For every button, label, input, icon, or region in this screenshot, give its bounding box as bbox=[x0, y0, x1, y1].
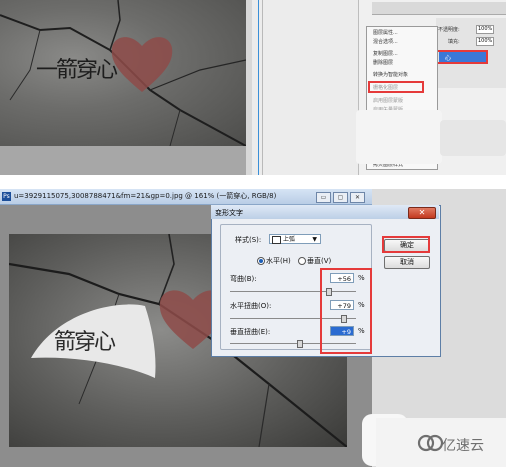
document-title: u=3929115075,3008788471&fm=21&gp=0.jpg @… bbox=[14, 192, 277, 200]
horizontal-distortion-label: 水平扭曲(O): bbox=[230, 302, 272, 310]
arc-style-icon bbox=[272, 235, 281, 244]
menu-item-enable-layer-mask[interactable]: 启用图层蒙版 bbox=[373, 97, 403, 104]
photoshop-icon: Ps bbox=[2, 192, 11, 201]
workspace-background bbox=[252, 0, 358, 175]
dialog-close-button[interactable]: ✕ bbox=[408, 207, 436, 219]
vertical-radio[interactable] bbox=[298, 257, 306, 265]
maximize-button[interactable]: ▢ bbox=[333, 192, 348, 203]
values-highlight-box bbox=[320, 268, 372, 354]
fill-field[interactable]: 100% bbox=[476, 37, 495, 46]
top-canvas-frame bbox=[0, 146, 246, 175]
bend-label: 弯曲(B): bbox=[230, 275, 257, 283]
style-label: 样式(S): bbox=[235, 236, 262, 244]
vertical-distortion-label: 垂直扭曲(E): bbox=[230, 328, 271, 336]
style-value: 上弧 bbox=[283, 236, 296, 243]
heart-image bbox=[111, 37, 173, 92]
layer-highlight-box bbox=[436, 50, 488, 64]
dialog-titlebar[interactable] bbox=[211, 205, 439, 219]
menu-item-duplicate-layer[interactable]: 复制图层... bbox=[373, 50, 398, 57]
top-logo-text: 一箭穿心 bbox=[36, 58, 118, 83]
vertical-label: 垂直(V) bbox=[307, 257, 332, 265]
cancel-button[interactable]: 取消 bbox=[384, 256, 430, 269]
menu-item-delete-layer[interactable]: 删除图层 bbox=[373, 59, 393, 66]
blurred-region bbox=[356, 110, 442, 164]
blurred-region-2 bbox=[440, 120, 506, 156]
menu-item-blending-options[interactable]: 混合选项... bbox=[373, 38, 398, 45]
dialog-title: 变形文字 bbox=[215, 209, 243, 217]
workspace-divider bbox=[258, 0, 259, 175]
close-window-button[interactable]: ✕ bbox=[350, 192, 365, 203]
watermark-text: 亿速云 bbox=[442, 438, 484, 454]
chevron-down-icon: ▼ bbox=[312, 236, 317, 243]
menu-item-convert-smart-object[interactable]: 转换为智能对象 bbox=[373, 71, 408, 78]
menu-item-layer-properties[interactable]: 图层属性... bbox=[373, 29, 398, 36]
rasterize-highlight-box bbox=[368, 81, 424, 93]
ok-highlight-box bbox=[382, 236, 430, 253]
horizontal-radio[interactable] bbox=[257, 257, 265, 265]
horizontal-label: 水平(H) bbox=[266, 257, 291, 265]
fill-label: 填充: bbox=[448, 39, 460, 45]
workspace-divider-2 bbox=[262, 0, 263, 175]
panel-tab-strip[interactable] bbox=[372, 2, 506, 15]
style-dropdown[interactable]: 上弧 ▼ bbox=[269, 234, 321, 244]
opacity-field[interactable]: 100% bbox=[476, 25, 495, 34]
opacity-label: 不透明度: bbox=[438, 27, 460, 33]
minimize-button[interactable]: ▭ bbox=[316, 192, 331, 203]
warped-logo-text: 箭穿心 bbox=[54, 330, 116, 355]
vertical-distortion-slider-thumb[interactable] bbox=[296, 340, 303, 348]
